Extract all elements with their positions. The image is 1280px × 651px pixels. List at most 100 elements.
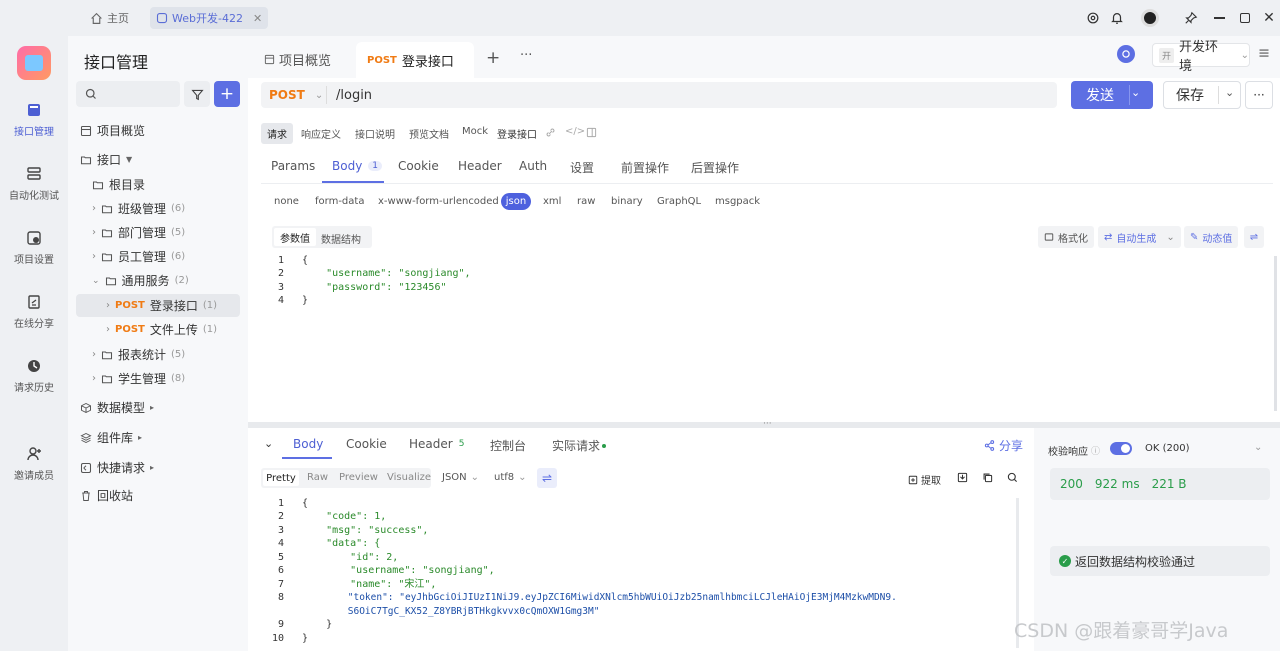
rail-automation[interactable]: 自动化测试 (0, 166, 68, 202)
wrap-button[interactable]: ⇌ (1244, 226, 1264, 248)
resp-tab-header[interactable]: Header 5 (409, 437, 464, 451)
req-tab-body[interactable]: Body 1 (332, 159, 383, 173)
body-type-urlencoded[interactable]: x-www-form-urlencoded (378, 196, 499, 207)
resp-tab-actual-request[interactable]: 实际请求 (552, 437, 607, 454)
view-tab-pretty[interactable]: Pretty (263, 470, 299, 486)
mode-tab-doc[interactable]: 接口说明 (355, 126, 395, 141)
body-type-graphql[interactable]: GraphQL (657, 196, 701, 207)
pin-icon[interactable] (1182, 9, 1200, 27)
rail-invite[interactable]: 邀请成员 (0, 446, 68, 482)
body-type-none[interactable]: none (274, 196, 299, 207)
collapse-response-icon[interactable]: ⌄ (264, 437, 273, 450)
folder-common[interactable]: ⌄ 通用服务 (2) (68, 269, 248, 292)
format-select[interactable]: JSON ⌄ (442, 472, 479, 483)
param-tab-structure[interactable]: 数据结构 (321, 231, 361, 246)
mode-tab-mock[interactable]: Mock (462, 126, 488, 137)
folder-report[interactable]: › 报表统计 (5) (68, 343, 248, 366)
verify-toggle[interactable] (1110, 442, 1132, 455)
body-type-form-data[interactable]: form-data (315, 196, 364, 207)
rail-project-settings[interactable]: 项目设置 (0, 230, 68, 266)
send-button[interactable]: 发送 (1071, 81, 1129, 109)
tab-login-api[interactable]: POST 登录接口 (356, 42, 474, 78)
settings-icon[interactable] (1084, 9, 1102, 27)
rail-history[interactable]: 请求历史 (0, 358, 68, 394)
maximize-icon[interactable] (1236, 9, 1254, 27)
resp-tab-body[interactable]: Body (293, 437, 323, 451)
project-tab[interactable]: Web开发-422 ✕ (150, 7, 269, 29)
rail-api-management[interactable]: 接口管理 (0, 102, 68, 138)
encoding-select[interactable]: utf8 ⌄ (494, 472, 527, 483)
body-type-raw[interactable]: raw (577, 196, 595, 207)
filter-button[interactable] (184, 81, 210, 107)
add-button[interactable]: + (214, 81, 240, 107)
auto-generate-button[interactable]: ⇄ 自动生成 ⌄ (1098, 226, 1181, 248)
body-type-binary[interactable]: binary (611, 196, 643, 207)
search-icon[interactable] (1007, 472, 1018, 483)
sidebar-item-data-model[interactable]: 数据模型 ▸ (68, 396, 248, 419)
req-tab-cookie[interactable]: Cookie (398, 159, 439, 173)
env-select[interactable]: 开 开发环境 ⌄ (1152, 40, 1250, 74)
req-tab-header[interactable]: Header (458, 159, 502, 173)
endpoint-login[interactable]: › POST 登录接口 (1) (76, 294, 240, 317)
save-dropdown[interactable]: ⌄ (1225, 86, 1234, 99)
mode-tab-response[interactable]: 响应定义 (301, 126, 341, 141)
sidebar-item-components[interactable]: 组件库 ▸ (68, 426, 248, 449)
view-tab-visualize[interactable]: Visualize (387, 472, 431, 483)
request-editor[interactable]: 1 2 3 4 { "username": "songjiang", "pass… (248, 254, 1280, 414)
mode-tab-request[interactable]: 请求 (261, 123, 293, 144)
close-window-icon[interactable]: ✕ (1260, 9, 1278, 27)
folder-student[interactable]: › 学生管理 (8) (68, 367, 248, 390)
layout-icon[interactable] (586, 127, 597, 138)
editor-scrollbar[interactable] (1274, 256, 1277, 411)
minimize-icon[interactable] (1210, 9, 1228, 27)
share-button[interactable]: 分享 (984, 437, 1023, 454)
url-input[interactable]: /login (336, 88, 372, 103)
folder-emp[interactable]: › 员工管理 (6) (68, 245, 248, 268)
tab-project-overview[interactable]: 项目概览 (264, 50, 331, 69)
req-tab-auth[interactable]: Auth (519, 159, 547, 173)
more-actions-button[interactable]: ··· (1245, 81, 1273, 109)
req-tab-params[interactable]: Params (271, 159, 315, 173)
body-type-xml[interactable]: xml (543, 196, 561, 207)
req-tab-pre[interactable]: 前置操作 (621, 159, 669, 176)
body-type-msgpack[interactable]: msgpack (715, 196, 760, 207)
drag-handle-icon[interactable]: ··· (763, 419, 772, 429)
copy-icon[interactable] (982, 472, 993, 483)
download-icon[interactable] (957, 472, 968, 483)
env-sync-button[interactable] (1117, 45, 1135, 63)
view-tab-raw[interactable]: Raw (307, 472, 328, 483)
folder-dept[interactable]: › 部门管理 (5) (68, 221, 248, 244)
response-viewer[interactable]: 1 2 3 4 5 6 7 8 9 10 { "code": 1, "msg":… (248, 497, 1028, 647)
rail-online-share[interactable]: 在线分享 (0, 294, 68, 330)
close-tab-icon[interactable]: ✕ (253, 12, 262, 25)
wrap-toggle[interactable]: ⇌ (537, 468, 557, 488)
bell-icon[interactable] (1108, 9, 1126, 27)
sidebar-item-root[interactable]: 根目录 (68, 173, 248, 196)
endpoint-upload[interactable]: › POST 文件上传 (1) (68, 318, 248, 341)
search-input[interactable] (76, 81, 180, 107)
req-tab-post[interactable]: 后置操作 (691, 159, 739, 176)
format-button[interactable]: 格式化 (1038, 226, 1094, 248)
more-tabs-button[interactable]: ··· (520, 48, 532, 63)
mode-tab-preview[interactable]: 预览文档 (409, 126, 449, 141)
chevron-down-icon[interactable]: ⌄ (1254, 442, 1262, 453)
folder-class[interactable]: › 班级管理 (6) (68, 197, 248, 220)
send-dropdown[interactable]: ⌄ (1131, 86, 1140, 99)
sidebar-item-api[interactable]: 接口 ▼ (68, 148, 248, 171)
sidebar-item-trash[interactable]: 回收站 (68, 484, 248, 507)
resp-tab-cookie[interactable]: Cookie (346, 437, 387, 451)
dynamic-value-button[interactable]: ✎ 动态值 (1184, 226, 1239, 248)
method-select[interactable]: POST ⌄ (261, 82, 325, 108)
menu-icon[interactable] (1258, 47, 1270, 59)
sidebar-item-overview[interactable]: 项目概览 (68, 119, 248, 142)
avatar[interactable] (1141, 9, 1159, 27)
link-icon[interactable] (545, 127, 556, 138)
req-tab-settings[interactable]: 设置 (570, 159, 594, 176)
save-button[interactable]: 保存 (1164, 82, 1216, 108)
body-type-json[interactable]: json (501, 193, 531, 210)
resp-tab-console[interactable]: 控制台 (490, 437, 526, 454)
extract-button[interactable]: 提取 (908, 472, 941, 487)
view-tab-preview[interactable]: Preview (339, 472, 378, 483)
sidebar-item-quick-request[interactable]: 快捷请求 ▸ (68, 456, 248, 479)
home-tab[interactable]: 主页 (84, 7, 135, 29)
